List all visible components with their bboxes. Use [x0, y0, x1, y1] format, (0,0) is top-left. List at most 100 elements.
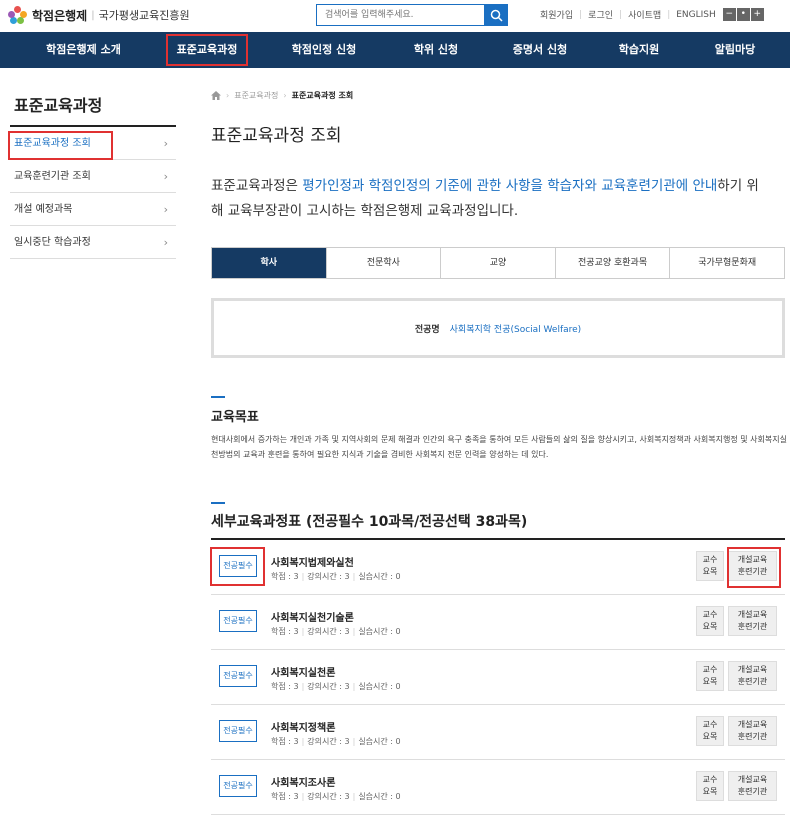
button-label-line: 개설교육: [737, 665, 768, 674]
button-label-line: 교수: [702, 610, 718, 619]
button-label-line: 훈련기관: [737, 732, 768, 741]
course-name[interactable]: 사회복지실천론: [271, 664, 335, 679]
tab-liberal-arts[interactable]: 교양: [440, 248, 555, 278]
font-decrease-button[interactable]: −: [722, 8, 736, 21]
table-row: 전공필수 사회복지실천기술론 학점 : 3 | 강의시간 : 3 | 실습시간 : 0 교수 요…: [211, 595, 785, 650]
degree-tabs: 학사 전문학사 교양 전공교양 호환과목 국가무형문화재: [211, 247, 785, 279]
course-lecture-hours: 강의시간 : 3: [307, 627, 350, 636]
syllabus-button[interactable]: 교수요목: [696, 771, 724, 801]
search-box: [316, 4, 508, 26]
sidebar-title: 표준교육과정: [14, 96, 103, 115]
nav-item-standard-curriculum[interactable]: 표준교육과정: [164, 32, 250, 68]
section-accent-bar: [211, 502, 225, 504]
intro-highlight: 평가인정과 학점인정의 기준에 관한 사항을 학습자와 교육훈련기관에 안내: [302, 178, 718, 194]
course-credit: 학점 : 3: [271, 627, 299, 636]
course-practice-hours: 실습시간 : 0: [358, 572, 401, 581]
breadcrumb-current: 표준교육과정 조회: [291, 91, 354, 100]
meta-divider: |: [301, 737, 305, 746]
institution-button[interactable]: 개설교육훈련기관: [728, 661, 777, 691]
institution-button[interactable]: 개설교육 훈련기관: [728, 771, 777, 801]
institution-button[interactable]: 개설교육훈련기관: [728, 606, 777, 636]
course-credit: 학점 : 3: [271, 792, 299, 801]
major-value: 사회복지학 전공(Social Welfare): [449, 324, 582, 335]
nav-item-intro[interactable]: 학점은행제 소개: [16, 32, 151, 68]
meta-divider: |: [301, 627, 305, 636]
course-lecture-hours: 강의시간 : 3: [307, 572, 350, 581]
tab-compatible-courses[interactable]: 전공교양 호환과목: [554, 248, 670, 278]
button-label-line: 개설교육: [737, 610, 768, 619]
course-lecture-hours: 강의시간 : 3: [307, 737, 350, 746]
curriculum-title: 세부교육과정표 (전공필수 10과목/전공선택 38과목): [211, 514, 528, 530]
home-icon[interactable]: [211, 91, 221, 100]
sidebar-item-label: 일시중단 학습과정: [14, 237, 91, 248]
course-meta: 학점 : 3 | 강의시간 : 3 | 실습시간 : 0: [271, 791, 401, 802]
sidebar-item-planned-courses[interactable]: 개설 예정과목 ›: [10, 193, 176, 226]
breadcrumb-separator: ›: [283, 91, 287, 100]
button-label-line: 훈련기관: [737, 787, 768, 796]
syllabus-button[interactable]: 교수 요목: [696, 716, 724, 746]
signup-link[interactable]: 회원가입: [540, 8, 573, 21]
goal-title: 교육목표: [211, 410, 259, 425]
button-label-line: 훈련기관: [737, 677, 768, 686]
table-row: 전공필수 사회복지조사론 학점 : 3 | 강의시간 : 3 | 실습시간 : 0 교수 요목 개…: [211, 760, 785, 815]
logo-divider: |: [91, 9, 95, 21]
font-reset-button[interactable]: •: [736, 8, 750, 21]
button-label-line: 개설교육: [737, 720, 768, 729]
search-input[interactable]: [316, 4, 484, 26]
meta-divider: |: [352, 572, 356, 581]
sidebar-item-label: 개설 예정과목: [14, 204, 73, 215]
font-increase-button[interactable]: +: [750, 8, 764, 21]
logo-title: 학점은행제: [32, 8, 88, 23]
meta-divider: |: [352, 682, 356, 691]
course-credit: 학점 : 3: [271, 682, 299, 691]
major-label: 전공명: [414, 324, 440, 335]
page-title: 표준교육과정 조회: [211, 126, 342, 146]
nav-item-degree-application[interactable]: 학위 신청: [392, 32, 480, 68]
sidebar-item-suspended-courses[interactable]: 일시중단 학습과정 ›: [10, 226, 176, 259]
course-credit: 학점 : 3: [271, 737, 299, 746]
english-link[interactable]: ENGLISH: [676, 10, 716, 20]
button-label-line: 교수: [702, 665, 718, 674]
site-logo[interactable]: 학점은행제 | 국가평생교육진흥원: [6, 6, 190, 24]
required-badge: 전공필수: [219, 720, 257, 742]
button-label-line: 교수: [702, 775, 718, 784]
button-label-line: 요목: [702, 677, 718, 686]
search-button[interactable]: [484, 4, 508, 26]
nav-item-learning-support[interactable]: 학습지원: [602, 32, 676, 68]
button-label-line: 교수: [702, 555, 718, 564]
institution-button[interactable]: 개설교육훈련기관: [728, 716, 777, 746]
course-meta: 학점 : 3 | 강의시간 : 3 | 실습시간 : 0: [271, 681, 401, 692]
highlight-box: [727, 547, 781, 588]
course-meta: 학점 : 3 | 강의시간 : 3 | 실습시간 : 0: [271, 571, 401, 582]
course-credit: 학점 : 3: [271, 572, 299, 581]
chevron-right-icon: ›: [163, 236, 168, 249]
button-label-line: 훈련기관: [737, 622, 768, 631]
link-divider: |: [579, 9, 583, 20]
highlight-box: [210, 547, 265, 586]
syllabus-button[interactable]: 교수 요목: [696, 606, 724, 636]
course-practice-hours: 실습시간 : 0: [358, 792, 401, 801]
tab-associate[interactable]: 전문학사: [325, 248, 441, 278]
nav-item-notice[interactable]: 알림마당: [696, 32, 774, 68]
button-label-line: 요목: [702, 787, 718, 796]
course-name[interactable]: 사회복지법제와실천: [271, 554, 354, 569]
course-name[interactable]: 사회복지실천기술론: [271, 609, 354, 624]
sitemap-link[interactable]: 사이트맵: [628, 8, 661, 21]
button-label-line: 요목: [702, 732, 718, 741]
table-row: 전공필수 사회복지정책론 학점 : 3 | 강의시간 : 3 | 실습시간 : 0 교수 요목 개…: [211, 705, 785, 760]
syllabus-button[interactable]: 교수요목: [696, 661, 724, 691]
course-name[interactable]: 사회복지조사론: [271, 774, 335, 789]
nav-item-certificate[interactable]: 증명서 신청: [494, 32, 586, 68]
breadcrumb-item[interactable]: 표준교육과정: [234, 90, 278, 101]
breadcrumb-separator: ›: [226, 91, 230, 100]
course-name[interactable]: 사회복지정책론: [271, 719, 335, 734]
tab-intangible-heritage[interactable]: 국가무형문화재: [669, 248, 784, 278]
sidebar-item-institution-search[interactable]: 교육훈련기관 조회 ›: [10, 160, 176, 193]
login-link[interactable]: 로그인: [588, 8, 613, 21]
tab-bachelor[interactable]: 학사: [212, 248, 326, 278]
intro-text: 표준교육과정은 평가인정과 학점인정의 기준에 관한 사항을 학습자와 교육훈련…: [211, 174, 771, 224]
nav-item-credit-application[interactable]: 학점인정 신청: [268, 32, 380, 68]
link-divider: |: [667, 9, 671, 20]
table-row: 전공필수 사회복지실천론 학점 : 3 | 강의시간 : 3 | 실습시간 : 0 교수 요목 개…: [211, 650, 785, 705]
syllabus-button[interactable]: 교수 요목: [696, 551, 724, 581]
